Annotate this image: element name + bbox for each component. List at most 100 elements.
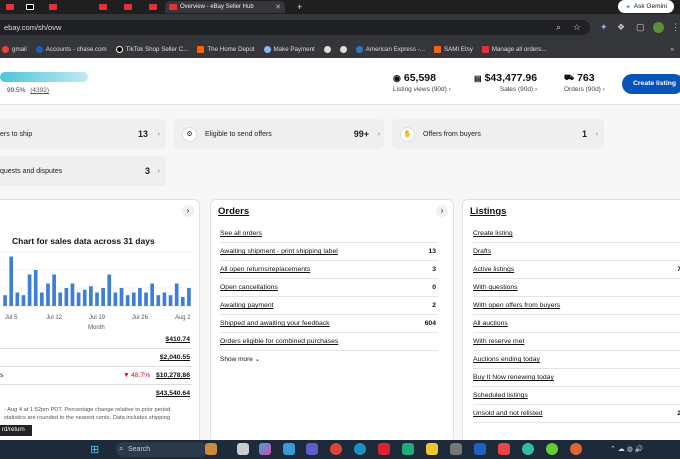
chart-bar[interactable] bbox=[162, 292, 167, 307]
more-bookmarks-icon[interactable]: » bbox=[671, 46, 680, 53]
bookmark-item[interactable] bbox=[323, 45, 331, 53]
file-explorer-icon[interactable] bbox=[426, 443, 438, 455]
chart-bar[interactable] bbox=[95, 292, 99, 307]
chart-bar[interactable] bbox=[89, 286, 93, 306]
orders-row[interactable]: Open cancellations 0 bbox=[220, 279, 438, 297]
chrome-profile-icon[interactable] bbox=[546, 443, 558, 455]
listings-link[interactable]: All auctions bbox=[473, 320, 508, 327]
listings-link[interactable]: Drafts bbox=[473, 248, 491, 255]
chart-bar[interactable] bbox=[40, 292, 44, 307]
orders-link[interactable]: See all orders bbox=[220, 230, 262, 237]
app-icon[interactable] bbox=[378, 443, 390, 455]
listings-row[interactable]: With open offers from buyers bbox=[473, 297, 680, 315]
chart-bar[interactable] bbox=[180, 297, 185, 306]
bookmark-star-icon[interactable]: ☆ bbox=[573, 22, 581, 33]
task-orders-to-ship[interactable]: ers to ship 13 › bbox=[0, 119, 166, 149]
task-view-icon[interactable] bbox=[237, 443, 249, 455]
chart-bar[interactable] bbox=[187, 288, 191, 306]
chart-bar[interactable] bbox=[46, 283, 50, 307]
listings-link[interactable]: Buy It Now renewing today bbox=[473, 374, 554, 381]
google-lens-icon[interactable]: ⌕ bbox=[556, 22, 561, 33]
browser-tab[interactable] bbox=[22, 1, 38, 13]
show-more-button[interactable]: Show more ⌄ bbox=[220, 355, 260, 363]
chart-bar[interactable] bbox=[52, 274, 56, 307]
listings-row[interactable]: Scheduled listings bbox=[473, 387, 680, 405]
orders-row[interactable]: See all orders bbox=[220, 225, 438, 243]
listings-link[interactable]: Scheduled listings bbox=[473, 392, 528, 399]
bookmark-item[interactable] bbox=[339, 45, 347, 53]
listings-link[interactable]: Active listings bbox=[473, 266, 514, 273]
orders-link[interactable]: All open returns/replacements bbox=[220, 266, 310, 273]
listings-row[interactable]: With reserve met bbox=[473, 333, 680, 351]
listing-views-kpi[interactable]: ◉ 65,598 Listing views (90d) › bbox=[393, 72, 451, 93]
orders-row[interactable]: Orders eligible for combined purchases bbox=[220, 333, 438, 351]
app-icon[interactable] bbox=[402, 443, 414, 455]
bookmark-item[interactable]: gmail bbox=[2, 45, 27, 53]
feedback-link[interactable]: (4392) bbox=[30, 87, 49, 94]
chrome-icon[interactable] bbox=[330, 443, 342, 455]
orders-link[interactable]: Awaiting payment bbox=[220, 302, 274, 309]
bookmark-item[interactable]: Manage all orders... bbox=[481, 45, 547, 53]
orders-link[interactable]: Awaiting shipment - print shipping label bbox=[220, 248, 338, 255]
chart-bar[interactable] bbox=[21, 295, 26, 306]
listings-link[interactable]: Auctions ending today bbox=[473, 356, 540, 363]
listings-row[interactable]: With questions bbox=[473, 279, 680, 297]
windows-start-icon[interactable]: ⊞ bbox=[90, 443, 99, 456]
chart-bar[interactable] bbox=[82, 289, 87, 306]
listings-row[interactable]: Create listing bbox=[473, 225, 680, 243]
app-icon[interactable] bbox=[450, 443, 462, 455]
chart-bar[interactable] bbox=[131, 292, 136, 307]
chrome-profile-icon[interactable] bbox=[522, 443, 534, 455]
app-icon[interactable] bbox=[498, 443, 510, 455]
system-tray[interactable]: ⌃ ☁ ◍ 🔊 bbox=[610, 445, 644, 453]
listings-row[interactable]: Auctions ending today bbox=[473, 351, 680, 369]
browser-tab[interactable] bbox=[120, 1, 136, 13]
copilot-icon[interactable] bbox=[259, 443, 271, 455]
chevron-right-icon[interactable]: › bbox=[182, 205, 194, 217]
browser-tab[interactable] bbox=[2, 1, 18, 13]
listings-row[interactable]: All auctions bbox=[473, 315, 680, 333]
listings-row[interactable]: Active listings 7 bbox=[473, 261, 680, 279]
chart-bar[interactable] bbox=[3, 295, 7, 306]
chart-bar[interactable] bbox=[70, 283, 75, 307]
sales-kpi[interactable]: ▤ $43,477.96 Sales (90d) › bbox=[474, 72, 537, 93]
orders-card-title[interactable]: Orders bbox=[218, 206, 249, 217]
sales-summary-row[interactable]: $410.74 bbox=[0, 331, 192, 349]
listings-link[interactable]: With questions bbox=[473, 284, 518, 291]
orders-row[interactable]: Shipped and awaiting your feedback 604 bbox=[220, 315, 438, 333]
sales-summary-row[interactable]: $43,540.64 bbox=[0, 385, 192, 403]
browser-menu-icon[interactable]: ⋮ bbox=[671, 22, 680, 33]
sales-summary-row[interactable]: s ▼ 48.7% $10,278.86 bbox=[0, 367, 192, 385]
listings-link[interactable]: With reserve met bbox=[473, 338, 524, 345]
new-tab-button[interactable]: + bbox=[293, 1, 306, 13]
orders-row[interactable]: Awaiting shipment - print shipping label… bbox=[220, 243, 438, 261]
chart-bar[interactable] bbox=[58, 292, 63, 307]
orders-link[interactable]: Orders eligible for combined purchases bbox=[220, 338, 338, 345]
app-icon[interactable] bbox=[283, 443, 295, 455]
chart-bar[interactable] bbox=[101, 288, 105, 306]
ask-gemini-button[interactable]: ✦ Ask Gemini bbox=[618, 0, 674, 13]
extension-icon[interactable]: ✦ bbox=[600, 22, 608, 33]
teams-icon[interactable] bbox=[306, 443, 318, 455]
browser-tab[interactable] bbox=[95, 1, 111, 13]
listings-link[interactable]: With open offers from buyers bbox=[473, 302, 560, 309]
side-panel-icon[interactable]: ▢ bbox=[636, 22, 645, 33]
chart-bar[interactable] bbox=[125, 295, 130, 306]
browser-tab[interactable] bbox=[145, 1, 161, 13]
listings-row[interactable]: Buy It Now renewing today bbox=[473, 369, 680, 387]
chart-bar[interactable] bbox=[119, 288, 124, 306]
address-bar[interactable]: ebay.com/sh/ovw bbox=[0, 20, 590, 35]
task-eligible-offers[interactable]: ⚙ Eligible to send offers 99+ › bbox=[174, 119, 384, 149]
bookmark-item[interactable]: SAMI Etsy bbox=[433, 45, 473, 53]
extensions-puzzle-icon[interactable]: ❖ bbox=[617, 22, 625, 33]
listings-link[interactable]: Create listing bbox=[473, 230, 513, 237]
chart-bar[interactable] bbox=[138, 288, 142, 306]
chart-bar[interactable] bbox=[113, 292, 118, 307]
chart-bar[interactable] bbox=[27, 274, 32, 307]
chart-bar[interactable] bbox=[33, 270, 38, 306]
create-listing-button[interactable]: Create listing bbox=[622, 74, 680, 94]
bookmark-item[interactable]: The Home Depot bbox=[197, 45, 255, 53]
chevron-right-icon[interactable]: › bbox=[436, 205, 448, 217]
chrome-profile-icon[interactable] bbox=[570, 443, 582, 455]
chart-bar[interactable] bbox=[15, 292, 20, 307]
